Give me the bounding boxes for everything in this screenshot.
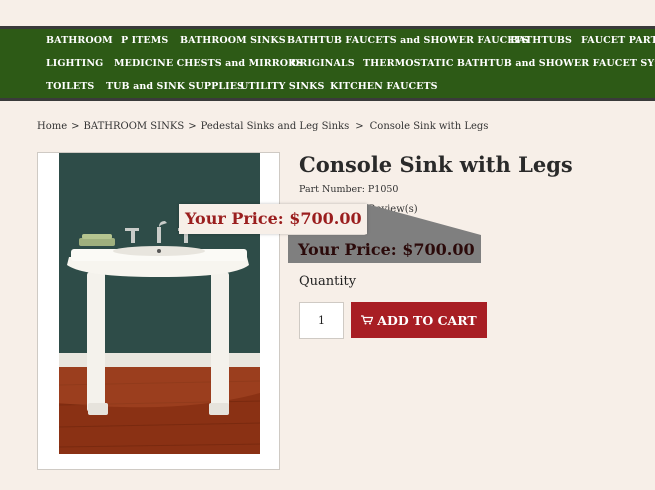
add-to-cart-label: ADD TO CART — [377, 312, 477, 328]
add-to-cart-button[interactable]: ADD TO CART — [351, 302, 487, 338]
your-price: Your Price: $700.00 — [185, 209, 362, 228]
price-popup: Your Price: $700.00 — [179, 204, 367, 234]
quantity-input[interactable] — [299, 302, 344, 339]
quantity-label: Quantity — [299, 274, 357, 289]
price-zoom-overlay: Your Price: $700.00 — [288, 235, 481, 263]
price-zoom-text: Your Price: $700.00 — [298, 240, 475, 259]
cart-icon — [361, 315, 374, 325]
